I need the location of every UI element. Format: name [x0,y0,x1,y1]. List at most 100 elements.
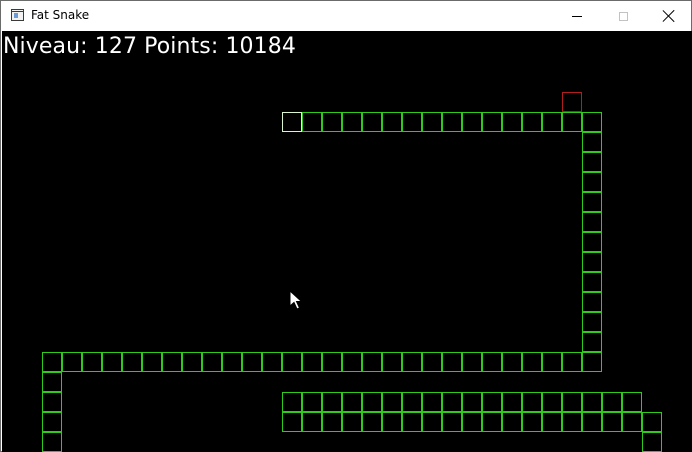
snake-segment [462,392,482,412]
maximize-icon [618,11,628,21]
snake-segment [462,112,482,132]
snake-segment [322,392,342,412]
title-bar[interactable]: Fat Snake [1,1,691,31]
snake-segment [42,372,62,392]
snake-segment [582,112,602,132]
snake-segment [482,412,502,432]
snake-segment [302,112,322,132]
snake-segment [642,412,662,432]
snake-segment [342,412,362,432]
snake-segment [182,352,202,372]
points-value: 10184 [225,34,296,59]
snake-segment [562,112,582,132]
snake-segment [542,412,562,432]
snake-segment [502,392,522,412]
snake-segment [562,352,582,372]
snake-segment [422,412,442,432]
snake-segment [582,312,602,332]
snake-segment [582,252,602,272]
game-board[interactable]: Niveau: 127 Points: 10184 [2,31,692,452]
close-button[interactable] [646,1,692,31]
snake-segment [42,432,62,452]
snake-segment [342,392,362,412]
snake-segment [522,412,542,432]
snake-segment [502,352,522,372]
snake-segment [562,392,582,412]
snake-segment [582,152,602,172]
snake-segment [242,352,262,372]
close-icon [663,10,675,22]
snake-segment [582,212,602,232]
snake-segment [122,352,142,372]
mouse-pointer-icon [289,290,303,310]
snake-segment [622,412,642,432]
level-value: 127 [94,34,138,59]
snake-segment [382,392,402,412]
snake-segment [442,392,462,412]
snake-segment [582,292,602,312]
snake-segment [462,352,482,372]
snake-segment [602,412,622,432]
snake-segment [202,352,222,372]
snake-segment [42,352,62,372]
food-cell [562,92,582,112]
snake-segment [622,392,642,412]
snake-segment [542,112,562,132]
snake-segment [142,352,162,372]
snake-segment [582,392,602,412]
snake-segment [362,412,382,432]
snake-segment [542,392,562,412]
snake-segment [582,172,602,192]
snake-segment [362,392,382,412]
snake-segment [302,352,322,372]
snake-segment [282,412,302,432]
app-window-icon [11,9,24,21]
snake-segment [222,352,242,372]
snake-segment [382,412,402,432]
snake-segment [582,272,602,292]
snake-segment [442,412,462,432]
snake-segment [262,352,282,372]
game-window: Fat Snake Niveau: 127 Points: 10184 [0,0,692,452]
window-title: Fat Snake [31,8,90,22]
snake-segment [162,352,182,372]
maximize-button[interactable] [600,1,646,31]
snake-segment [382,112,402,132]
snake-segment [342,112,362,132]
minimize-button[interactable] [554,1,600,31]
score-display: Niveau: 127 Points: 10184 [3,34,296,59]
snake-segment [402,412,422,432]
snake-segment [482,392,502,412]
snake-segment [322,112,342,132]
snake-segment [322,352,342,372]
snake-segment [482,112,502,132]
snake-head-cell [282,112,302,132]
snake-segment [582,132,602,152]
snake-segment [562,412,582,432]
snake-segment [402,352,422,372]
snake-segment [522,392,542,412]
points-label: Points: [144,34,219,59]
snake-segment [322,412,342,432]
snake-segment [362,352,382,372]
snake-segment [382,352,402,372]
snake-segment [82,352,102,372]
snake-segment [442,352,462,372]
snake-segment [282,392,302,412]
snake-segment [502,112,522,132]
snake-segment [302,392,322,412]
snake-segment [482,352,502,372]
snake-segment [502,412,522,432]
snake-segment [582,192,602,212]
snake-segment [582,352,602,372]
snake-segment [522,352,542,372]
snake-segment [422,352,442,372]
snake-segment [542,352,562,372]
snake-segment [582,232,602,252]
level-label: Niveau: [3,34,88,59]
snake-segment [42,412,62,432]
minimize-icon [572,15,582,17]
snake-segment [282,352,302,372]
snake-segment [582,412,602,432]
snake-segment [642,432,662,452]
